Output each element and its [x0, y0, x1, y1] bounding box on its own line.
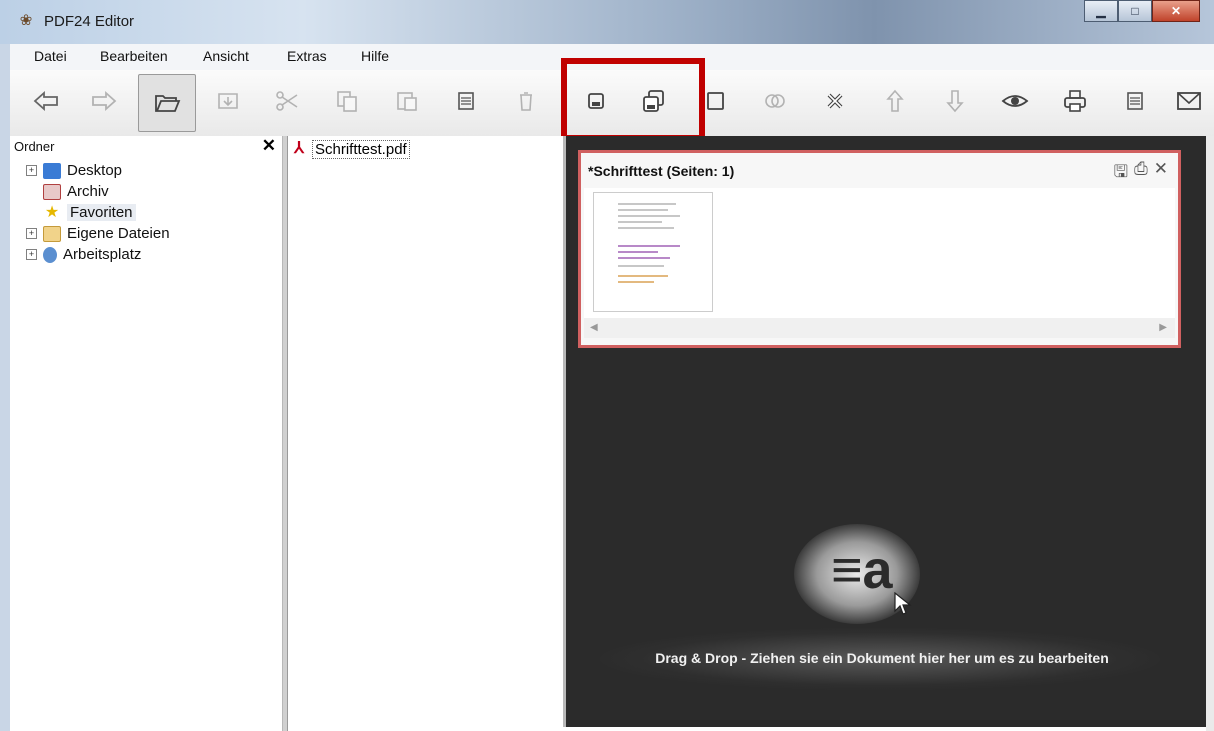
pdf24-app-icon: ❀	[19, 12, 33, 29]
email-button[interactable]	[1170, 82, 1208, 120]
print-button[interactable]	[1056, 82, 1094, 120]
menu-ansicht[interactable]: Ansicht	[203, 48, 249, 64]
preview-button[interactable]	[996, 82, 1034, 120]
drop-hint: Drag & Drop - Ziehen sie ein Dokument hi…	[655, 650, 1109, 666]
calculator-icon	[458, 92, 474, 110]
tree-item-label: Desktop	[67, 162, 123, 179]
page-thumbnail[interactable]	[593, 192, 713, 312]
move-up-icon	[886, 89, 904, 112]
horizontal-scrollbar[interactable]: ◀ ▶	[584, 318, 1175, 338]
folder-pane-title: Ordner	[14, 139, 55, 154]
save-buttons-highlight	[561, 58, 705, 141]
tree-item-favoriten[interactable]: ★ Favoriten	[26, 204, 136, 221]
tree-item-label: Archiv	[67, 183, 109, 200]
merge-icon	[765, 94, 785, 108]
tree-item-label: Favoriten	[67, 204, 136, 221]
tree-item-label: Eigene Dateien	[67, 225, 170, 242]
title-bar: ❀ PDF24 Editor ▁ □ ✕	[0, 0, 1214, 44]
cut-button[interactable]	[268, 82, 306, 120]
expand-icon[interactable]: +	[26, 228, 37, 239]
calculator-button-2[interactable]	[1116, 82, 1154, 120]
close-window-button[interactable]: ✕	[1152, 0, 1200, 22]
mouse-cursor-icon	[894, 592, 912, 615]
cut-icon	[276, 91, 298, 111]
expand-icon[interactable]: +	[26, 249, 37, 260]
paste-icon	[397, 92, 417, 111]
scroll-right-icon[interactable]: ▶	[1159, 322, 1167, 333]
archive-folder-icon	[43, 183, 61, 200]
card-close-icon[interactable]: ✕	[1154, 159, 1168, 188]
delete-button[interactable]	[507, 82, 545, 120]
close-pane-icon[interactable]: ✕	[262, 136, 276, 156]
calculator-button[interactable]	[447, 82, 485, 120]
move-down-icon	[946, 90, 964, 113]
forward-icon	[92, 90, 117, 112]
files-pane: ⅄ Schrifttest.pdf	[288, 136, 563, 731]
forward-button[interactable]	[85, 82, 123, 120]
copy-button[interactable]	[328, 82, 366, 120]
document-title: *Schrifttest (Seiten: 1)	[588, 163, 735, 179]
close-document-button[interactable]	[816, 82, 854, 120]
move-up-button[interactable]	[876, 82, 914, 120]
email-icon	[1177, 92, 1201, 110]
scroll-left-icon[interactable]: ◀	[590, 322, 598, 333]
open-folder-button[interactable]	[138, 74, 196, 132]
menu-datei[interactable]: Datei	[34, 48, 67, 64]
calculator-icon-2	[1127, 92, 1143, 110]
document-card[interactable]: *Schrifttest (Seiten: 1) 🖫 ⎙ ✕ ◀ ▶	[578, 150, 1181, 348]
minimize-button[interactable]: ▁	[1084, 0, 1118, 22]
computer-icon	[43, 246, 57, 263]
document-actions: 🖫 ⎙ ✕	[1114, 159, 1168, 188]
tree-item-eigene-dateien[interactable]: + Eigene Dateien	[26, 225, 170, 242]
folder-icon	[43, 225, 61, 242]
file-item[interactable]: ⅄ Schrifttest.pdf	[288, 139, 410, 159]
preview-icon	[1001, 95, 1029, 107]
menu-bearbeiten[interactable]: Bearbeiten	[100, 48, 168, 64]
tree-item-arbeitsplatz[interactable]: + Arbeitsplatz	[26, 246, 141, 263]
vertical-scrollbar[interactable]	[1206, 136, 1214, 731]
file-name: Schrifttest.pdf	[312, 139, 410, 159]
open-folder-icon	[155, 95, 181, 112]
move-down-button[interactable]	[936, 82, 974, 120]
card-save-icon[interactable]: 🖫	[1114, 159, 1128, 188]
merge-button[interactable]	[756, 82, 794, 120]
window-controls: ▁ □ ✕	[1084, 0, 1200, 22]
copy-icon	[337, 91, 357, 112]
close-document-icon	[827, 93, 843, 109]
star-icon: ★	[44, 203, 60, 221]
tree-item-label: Arbeitsplatz	[63, 246, 142, 263]
trash-icon	[520, 92, 532, 111]
logo-glyph-icon: ≡a	[831, 540, 893, 600]
folder-pane: Ordner ✕ + Desktop Archiv ★ Favoriten +	[10, 136, 283, 727]
tree-item-desktop[interactable]: + Desktop	[26, 162, 122, 179]
menu-extras[interactable]: Extras	[287, 48, 327, 64]
back-button[interactable]	[27, 82, 65, 120]
card-print-icon[interactable]: ⎙	[1134, 159, 1148, 188]
back-icon	[33, 90, 58, 112]
app-window: ❀ PDF24 Editor ▁ □ ✕ Datei Bearbeiten An…	[0, 0, 1214, 731]
import-button[interactable]	[209, 82, 247, 120]
pdf-file-icon: ⅄	[294, 140, 304, 157]
maximize-button[interactable]: □	[1118, 0, 1152, 22]
expand-icon[interactable]: +	[26, 165, 37, 176]
pages-area	[584, 188, 1175, 318]
print-icon	[1064, 90, 1086, 112]
tree-item-archiv[interactable]: Archiv	[26, 183, 109, 200]
paste-button[interactable]	[388, 82, 426, 120]
folder-pane-header: Ordner ✕	[10, 136, 282, 156]
menu-hilfe[interactable]: Hilfe	[361, 48, 389, 64]
desktop-icon	[43, 162, 61, 179]
import-icon	[218, 93, 238, 109]
window-title: PDF24 Editor	[44, 13, 135, 30]
